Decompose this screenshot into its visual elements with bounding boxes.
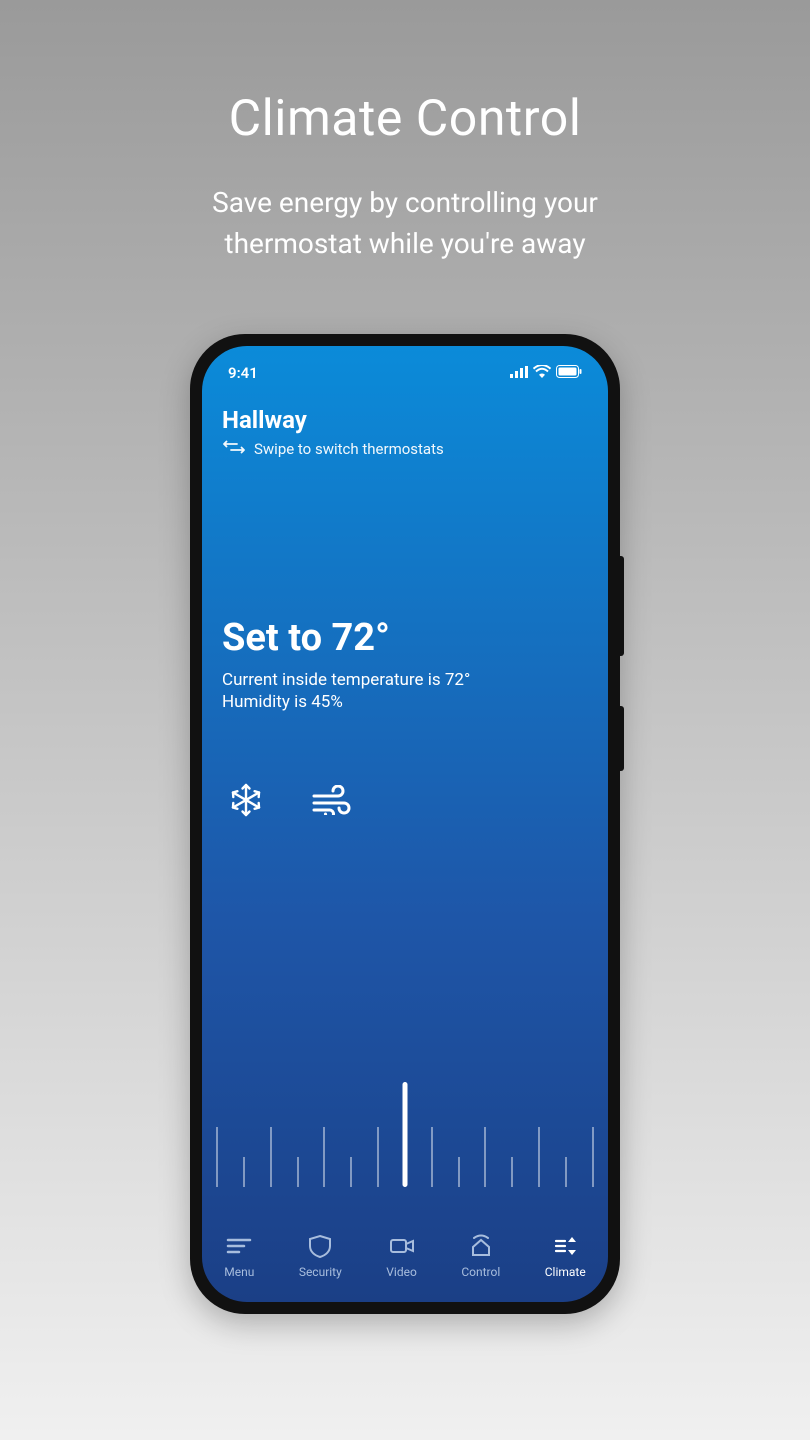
cool-mode-button[interactable] — [226, 782, 266, 822]
app-screen: 9:41 Hallway — [202, 346, 608, 1302]
tab-label: Video — [386, 1265, 417, 1279]
status-time: 9:41 — [228, 364, 258, 382]
tab-video[interactable]: Video — [386, 1234, 417, 1279]
wifi-icon — [533, 364, 551, 382]
humidity: Humidity is 45% — [222, 692, 588, 712]
tab-label: Security — [299, 1265, 342, 1279]
phone-frame: 9:41 Hallway — [190, 334, 620, 1314]
tab-bar: Menu Security Video Control — [202, 1218, 608, 1302]
shield-icon — [306, 1234, 334, 1261]
status-bar: 9:41 — [202, 358, 608, 388]
swipe-hint-row[interactable]: Swipe to switch thermostats — [222, 440, 588, 458]
snowflake-icon — [228, 782, 264, 822]
wind-icon — [312, 785, 352, 819]
tab-label: Climate — [545, 1265, 586, 1279]
menu-icon — [225, 1234, 253, 1261]
temperature-dial[interactable] — [202, 1067, 608, 1187]
mode-row — [202, 782, 608, 822]
location-header: Hallway Swipe to switch thermostats — [202, 396, 608, 458]
tab-climate[interactable]: Climate — [545, 1234, 586, 1279]
tab-label: Menu — [224, 1265, 254, 1279]
video-icon — [388, 1234, 416, 1261]
promo-title: Climate Control — [229, 90, 582, 148]
cell-signal-icon — [510, 364, 528, 382]
swipe-arrows-icon — [222, 440, 246, 458]
set-temperature: Set to 72° — [222, 616, 588, 660]
tab-label: Control — [461, 1265, 500, 1279]
battery-icon — [556, 364, 582, 382]
home-control-icon — [467, 1234, 495, 1261]
temperature-block: Set to 72° Current inside temperature is… — [202, 616, 608, 712]
promo-subtitle: Save energy by controlling your thermost… — [155, 183, 655, 264]
tab-menu[interactable]: Menu — [224, 1234, 254, 1279]
current-temperature: Current inside temperature is 72° — [222, 670, 588, 690]
dial-indicator[interactable] — [403, 1082, 408, 1187]
tab-control[interactable]: Control — [461, 1234, 500, 1279]
tab-security[interactable]: Security — [299, 1234, 342, 1279]
fan-mode-button[interactable] — [312, 782, 352, 822]
climate-icon — [551, 1234, 579, 1261]
swipe-hint-text: Swipe to switch thermostats — [254, 440, 444, 458]
location-name[interactable]: Hallway — [222, 406, 588, 434]
